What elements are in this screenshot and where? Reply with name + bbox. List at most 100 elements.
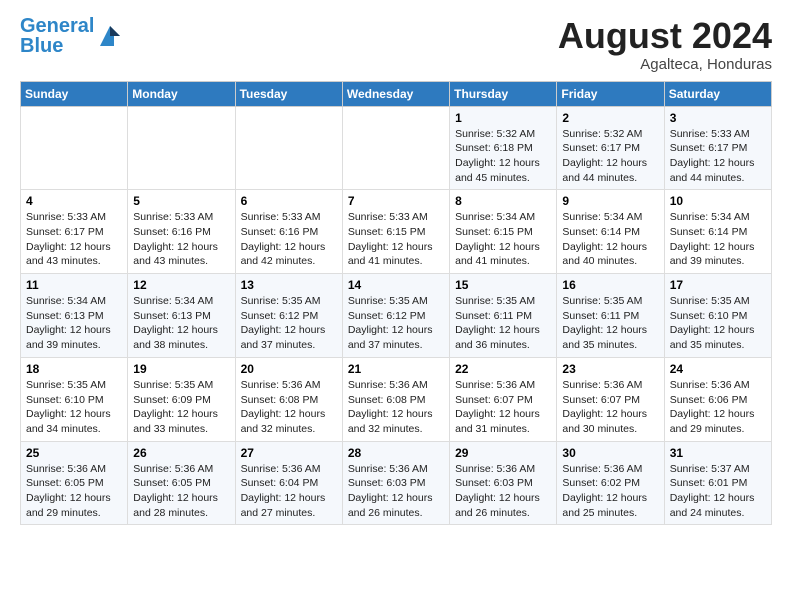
day-number: 27 xyxy=(241,446,337,460)
day-number: 21 xyxy=(348,362,444,376)
day-info: Sunrise: 5:35 AMSunset: 6:11 PMDaylight:… xyxy=(562,294,658,353)
calendar-cell: 22Sunrise: 5:36 AMSunset: 6:07 PMDayligh… xyxy=(450,357,557,441)
day-info: Sunrise: 5:36 AMSunset: 6:05 PMDaylight:… xyxy=(133,462,229,521)
calendar-cell: 1 Sunrise: 5:32 AMSunset: 6:18 PMDaylight… xyxy=(450,106,557,190)
calendar-cell: 2Sunrise: 5:32 AMSunset: 6:17 PMDaylight… xyxy=(557,106,664,190)
calendar-cell: 3Sunrise: 5:33 AMSunset: 6:17 PMDaylight… xyxy=(664,106,771,190)
calendar-cell xyxy=(235,106,342,190)
calendar-cell: 18 Sunrise: 5:35 AMSunset: 6:10 PMDayligh… xyxy=(21,357,128,441)
day-number: 18 xyxy=(26,362,122,376)
day-info: Sunrise: 5:36 AMSunset: 6:03 PMDaylight:… xyxy=(348,462,444,521)
day-info: Sunrise: 5:36 AMSunset: 6:08 PMDaylight:… xyxy=(348,378,444,437)
day-info: Sunrise: 5:35 AMSunset: 6:12 PMDaylight:… xyxy=(241,294,337,353)
day-number: 23 xyxy=(562,362,658,376)
calendar-cell: 20Sunrise: 5:36 AMSunset: 6:08 PMDayligh… xyxy=(235,357,342,441)
col-header-wednesday: Wednesday xyxy=(342,81,449,106)
calendar-cell: 14Sunrise: 5:35 AMSunset: 6:12 PMDayligh… xyxy=(342,274,449,358)
day-info: Sunrise: 5:35 AMSunset: 6:09 PMDaylight:… xyxy=(133,378,229,437)
day-info: Sunrise: 5:33 AMSunset: 6:16 PMDaylight:… xyxy=(241,210,337,269)
day-info: Sunrise: 5:35 AMSunset: 6:10 PMDaylight:… xyxy=(26,378,122,437)
col-header-sunday: Sunday xyxy=(21,81,128,106)
day-info: Sunrise: 5:34 AMSunset: 6:13 PMDaylight:… xyxy=(26,294,122,353)
calendar-cell: 6 Sunrise: 5:33 AMSunset: 6:16 PMDaylight… xyxy=(235,190,342,274)
calendar-cell: 24 Sunrise: 5:36 AMSunset: 6:06 PMDayligh… xyxy=(664,357,771,441)
day-info: Sunrise: 5:35 AMSunset: 6:11 PMDaylight:… xyxy=(455,294,551,353)
calendar-cell: 17 Sunrise: 5:35 AMSunset: 6:10 PMDayligh… xyxy=(664,274,771,358)
day-number: 5 xyxy=(133,194,229,208)
calendar-cell: 30Sunrise: 5:36 AMSunset: 6:02 PMDayligh… xyxy=(557,441,664,525)
calendar-cell: 12 Sunrise: 5:34 AMSunset: 6:13 PMDayligh… xyxy=(128,274,235,358)
day-info: Sunrise: 5:36 AMSunset: 6:02 PMDaylight:… xyxy=(562,462,658,521)
day-info: Sunrise: 5:36 AMSunset: 6:05 PMDaylight:… xyxy=(26,462,122,521)
day-number: 28 xyxy=(348,446,444,460)
calendar-cell: 31 Sunrise: 5:37 AMSunset: 6:01 PMDayligh… xyxy=(664,441,771,525)
calendar-cell: 27 Sunrise: 5:36 AMSunset: 6:04 PMDayligh… xyxy=(235,441,342,525)
main-title: August 2024 xyxy=(558,16,772,56)
subtitle: Agalteca, Honduras xyxy=(558,56,772,73)
day-info: Sunrise: 5:33 AMSunset: 6:17 PMDaylight:… xyxy=(670,127,766,186)
logo: GeneralBlue xyxy=(20,16,124,56)
day-number: 12 xyxy=(133,278,229,292)
calendar-cell: 9Sunrise: 5:34 AMSunset: 6:14 PMDaylight… xyxy=(557,190,664,274)
day-info: Sunrise: 5:32 AMSunset: 6:18 PMDaylight:… xyxy=(455,127,551,186)
calendar-cell: 26 Sunrise: 5:36 AMSunset: 6:05 PMDayligh… xyxy=(128,441,235,525)
calendar-cell: 25 Sunrise: 5:36 AMSunset: 6:05 PMDayligh… xyxy=(21,441,128,525)
day-number: 24 xyxy=(670,362,766,376)
day-info: Sunrise: 5:34 AMSunset: 6:14 PMDaylight:… xyxy=(562,210,658,269)
day-number: 31 xyxy=(670,446,766,460)
day-number: 25 xyxy=(26,446,122,460)
calendar-cell: 15 Sunrise: 5:35 AMSunset: 6:11 PMDayligh… xyxy=(450,274,557,358)
day-info: Sunrise: 5:34 AMSunset: 6:13 PMDaylight:… xyxy=(133,294,229,353)
day-number: 10 xyxy=(670,194,766,208)
day-info: Sunrise: 5:36 AMSunset: 6:04 PMDaylight:… xyxy=(241,462,337,521)
week-row-2: 4 Sunrise: 5:33 AMSunset: 6:17 PMDaylight… xyxy=(21,190,772,274)
calendar-cell: 19 Sunrise: 5:35 AMSunset: 6:09 PMDayligh… xyxy=(128,357,235,441)
day-number: 29 xyxy=(455,446,551,460)
page-container: GeneralBlue August 2024 Agalteca, Hondur… xyxy=(0,0,792,535)
week-row-1: 1 Sunrise: 5:32 AMSunset: 6:18 PMDaylight… xyxy=(21,106,772,190)
header: GeneralBlue August 2024 Agalteca, Hondur… xyxy=(20,16,772,73)
calendar-cell: 8 Sunrise: 5:34 AMSunset: 6:15 PMDaylight… xyxy=(450,190,557,274)
col-header-saturday: Saturday xyxy=(664,81,771,106)
calendar-cell: 4 Sunrise: 5:33 AMSunset: 6:17 PMDaylight… xyxy=(21,190,128,274)
day-number: 26 xyxy=(133,446,229,460)
day-number: 7 xyxy=(348,194,444,208)
calendar-cell xyxy=(21,106,128,190)
calendar-cell: 28 Sunrise: 5:36 AMSunset: 6:03 PMDayligh… xyxy=(342,441,449,525)
day-number: 17 xyxy=(670,278,766,292)
day-number: 4 xyxy=(26,194,122,208)
col-header-thursday: Thursday xyxy=(450,81,557,106)
day-number: 22 xyxy=(455,362,551,376)
day-info: Sunrise: 5:36 AMSunset: 6:07 PMDaylight:… xyxy=(562,378,658,437)
calendar-cell: 23 Sunrise: 5:36 AMSunset: 6:07 PMDayligh… xyxy=(557,357,664,441)
day-number: 14 xyxy=(348,278,444,292)
day-info: Sunrise: 5:36 AMSunset: 6:06 PMDaylight:… xyxy=(670,378,766,437)
day-number: 8 xyxy=(455,194,551,208)
day-info: Sunrise: 5:37 AMSunset: 6:01 PMDaylight:… xyxy=(670,462,766,521)
day-info: Sunrise: 5:33 AMSunset: 6:17 PMDaylight:… xyxy=(26,210,122,269)
day-info: Sunrise: 5:33 AMSunset: 6:15 PMDaylight:… xyxy=(348,210,444,269)
day-number: 20 xyxy=(241,362,337,376)
calendar-cell: 11 Sunrise: 5:34 AMSunset: 6:13 PMDayligh… xyxy=(21,274,128,358)
title-block: August 2024 Agalteca, Honduras xyxy=(558,16,772,73)
col-header-friday: Friday xyxy=(557,81,664,106)
calendar-table: SundayMondayTuesdayWednesdayThursdayFrid… xyxy=(20,81,772,526)
calendar-cell xyxy=(128,106,235,190)
day-number: 13 xyxy=(241,278,337,292)
calendar-cell: 16Sunrise: 5:35 AMSunset: 6:11 PMDayligh… xyxy=(557,274,664,358)
logo-text: GeneralBlue xyxy=(20,16,94,56)
calendar-cell xyxy=(342,106,449,190)
day-info: Sunrise: 5:34 AMSunset: 6:15 PMDaylight:… xyxy=(455,210,551,269)
calendar-header-row: SundayMondayTuesdayWednesdayThursdayFrid… xyxy=(21,81,772,106)
col-header-tuesday: Tuesday xyxy=(235,81,342,106)
calendar-cell: 13 Sunrise: 5:35 AMSunset: 6:12 PMDayligh… xyxy=(235,274,342,358)
day-number: 11 xyxy=(26,278,122,292)
calendar-cell: 5 Sunrise: 5:33 AMSunset: 6:16 PMDaylight… xyxy=(128,190,235,274)
day-info: Sunrise: 5:33 AMSunset: 6:16 PMDaylight:… xyxy=(133,210,229,269)
day-number: 19 xyxy=(133,362,229,376)
day-info: Sunrise: 5:35 AMSunset: 6:10 PMDaylight:… xyxy=(670,294,766,353)
day-number: 15 xyxy=(455,278,551,292)
day-number: 1 xyxy=(455,111,551,125)
day-number: 6 xyxy=(241,194,337,208)
week-row-5: 25 Sunrise: 5:36 AMSunset: 6:05 PMDayligh… xyxy=(21,441,772,525)
